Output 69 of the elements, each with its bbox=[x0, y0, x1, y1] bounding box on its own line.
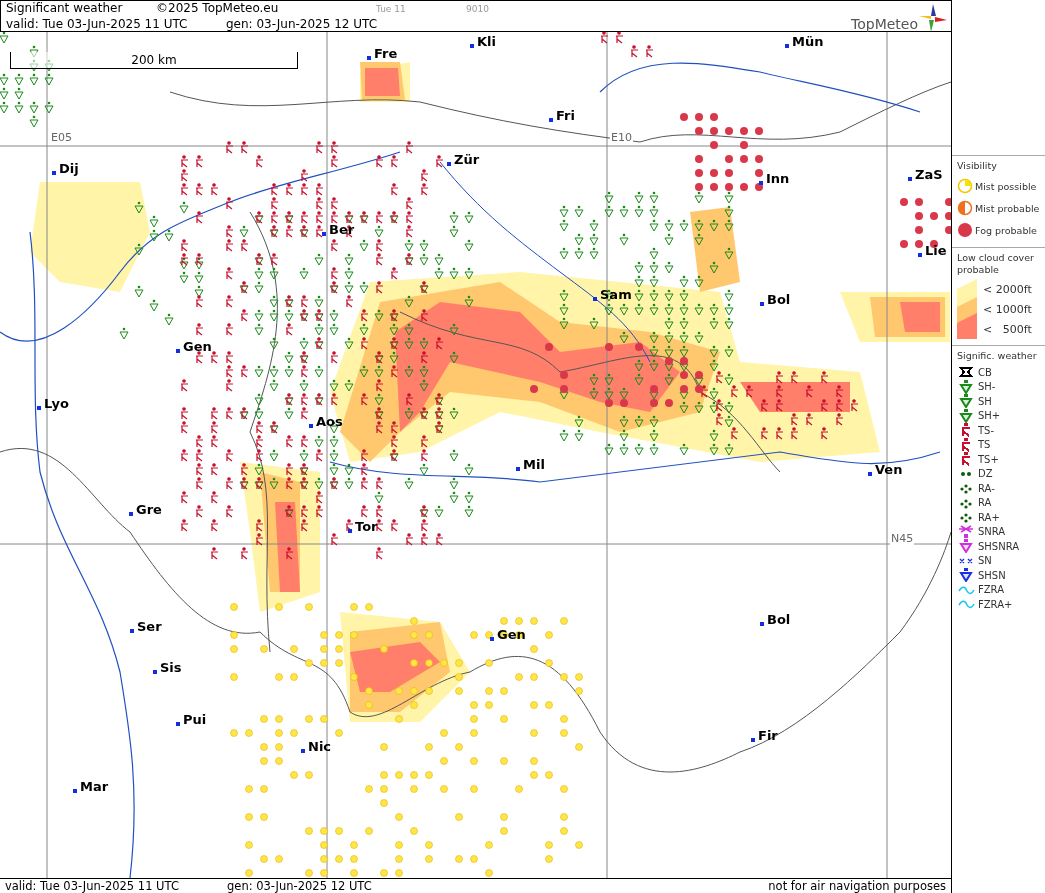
city-label: Zür bbox=[447, 152, 480, 167]
city-label: Inn bbox=[759, 171, 790, 186]
legend-label: < 1000ft bbox=[983, 302, 1032, 316]
legend-label: DZ bbox=[978, 468, 993, 480]
city-label: Lyo bbox=[37, 396, 69, 411]
city-label: Bol bbox=[760, 612, 791, 627]
city-label: Gen bbox=[176, 339, 212, 354]
valid-time: valid: Tue 03-Jun-2025 11 UTC bbox=[5, 879, 180, 893]
code-label: 9010 bbox=[466, 3, 489, 16]
legend-label: SH+ bbox=[978, 410, 1001, 422]
city-label: Fre bbox=[367, 46, 398, 61]
map-title: Significant weather bbox=[6, 1, 124, 16]
legend-heading: Visibility bbox=[957, 160, 998, 172]
legend-label: < 500ft bbox=[983, 322, 1032, 336]
legend-label: TS- bbox=[978, 424, 995, 436]
legend-label: Fog probable bbox=[975, 224, 1037, 236]
city-label: Mil bbox=[516, 457, 545, 472]
grid-label: E10 bbox=[610, 131, 633, 144]
legend-heading: Low cloud cover probable bbox=[957, 252, 1035, 276]
legend-label: FZRA bbox=[978, 584, 1004, 596]
legend-label: SNRA bbox=[978, 526, 1006, 538]
legend-heading: Signific. weather bbox=[957, 350, 1038, 362]
city-label: Nic bbox=[301, 739, 332, 754]
legend-label: SHSNRA bbox=[978, 540, 1020, 552]
grid-label: N45 bbox=[890, 532, 915, 545]
city-label: ZaS bbox=[908, 167, 943, 182]
legend-label: TS bbox=[978, 439, 991, 451]
city-label: Lie bbox=[918, 243, 947, 258]
logo-text: TopMeteo bbox=[851, 16, 918, 32]
city-label: Mün bbox=[785, 34, 824, 49]
generated-time: gen: 03-Jun-2025 12 UTC bbox=[226, 17, 378, 32]
city-label: Dij bbox=[52, 161, 79, 176]
legend-label: TS+ bbox=[978, 453, 999, 465]
legend-label: SN bbox=[978, 555, 992, 567]
city-label: Mar bbox=[73, 779, 109, 794]
scale-bar: 200 km bbox=[10, 52, 298, 69]
city-label: Sam bbox=[593, 287, 632, 302]
city-label: Ven bbox=[868, 462, 903, 477]
disclaimer-text: not for air navigation purposes bbox=[768, 879, 946, 893]
city-label: Ser bbox=[130, 619, 162, 634]
disc-icon bbox=[957, 222, 973, 238]
legend-label: < 2000ft bbox=[983, 282, 1032, 296]
cloud-cover-scale-icon bbox=[957, 279, 979, 339]
legend-label: RA+ bbox=[978, 511, 1000, 523]
legend-label: SH- bbox=[978, 381, 996, 393]
legend-label: RA bbox=[978, 497, 992, 509]
legend-label: FZRA+ bbox=[978, 598, 1013, 610]
city-label: Tor bbox=[348, 519, 378, 534]
valid-time: valid: Tue 03-Jun-2025 11 UTC bbox=[6, 17, 189, 32]
city-label: Sis bbox=[153, 660, 182, 675]
legend-label: RA- bbox=[978, 482, 995, 494]
compass-star-icon bbox=[919, 4, 947, 32]
city-label: Fir bbox=[751, 728, 778, 743]
copyright-text: ©2025 TopMeteo.eu bbox=[156, 1, 280, 16]
city-label: Pui bbox=[176, 712, 207, 727]
legend-label: Mist possible bbox=[975, 180, 1037, 192]
city-label: Ber bbox=[322, 222, 355, 237]
city-label: Gre bbox=[129, 502, 162, 517]
city-label: Aos bbox=[309, 414, 343, 429]
grid-label: E05 bbox=[50, 131, 73, 144]
generated-time: gen: 03-Jun-2025 12 UTC bbox=[227, 879, 372, 893]
legend-label: CB bbox=[978, 366, 992, 378]
city-label: Kli bbox=[470, 34, 496, 49]
legend-label: Mist probable bbox=[975, 202, 1040, 214]
legend-label: SHSN bbox=[978, 569, 1006, 581]
legend-label: SH bbox=[978, 395, 992, 407]
run-label: Tue 11 bbox=[376, 3, 407, 16]
city-label: Bol bbox=[760, 292, 791, 307]
city-label: Fri bbox=[549, 108, 575, 123]
